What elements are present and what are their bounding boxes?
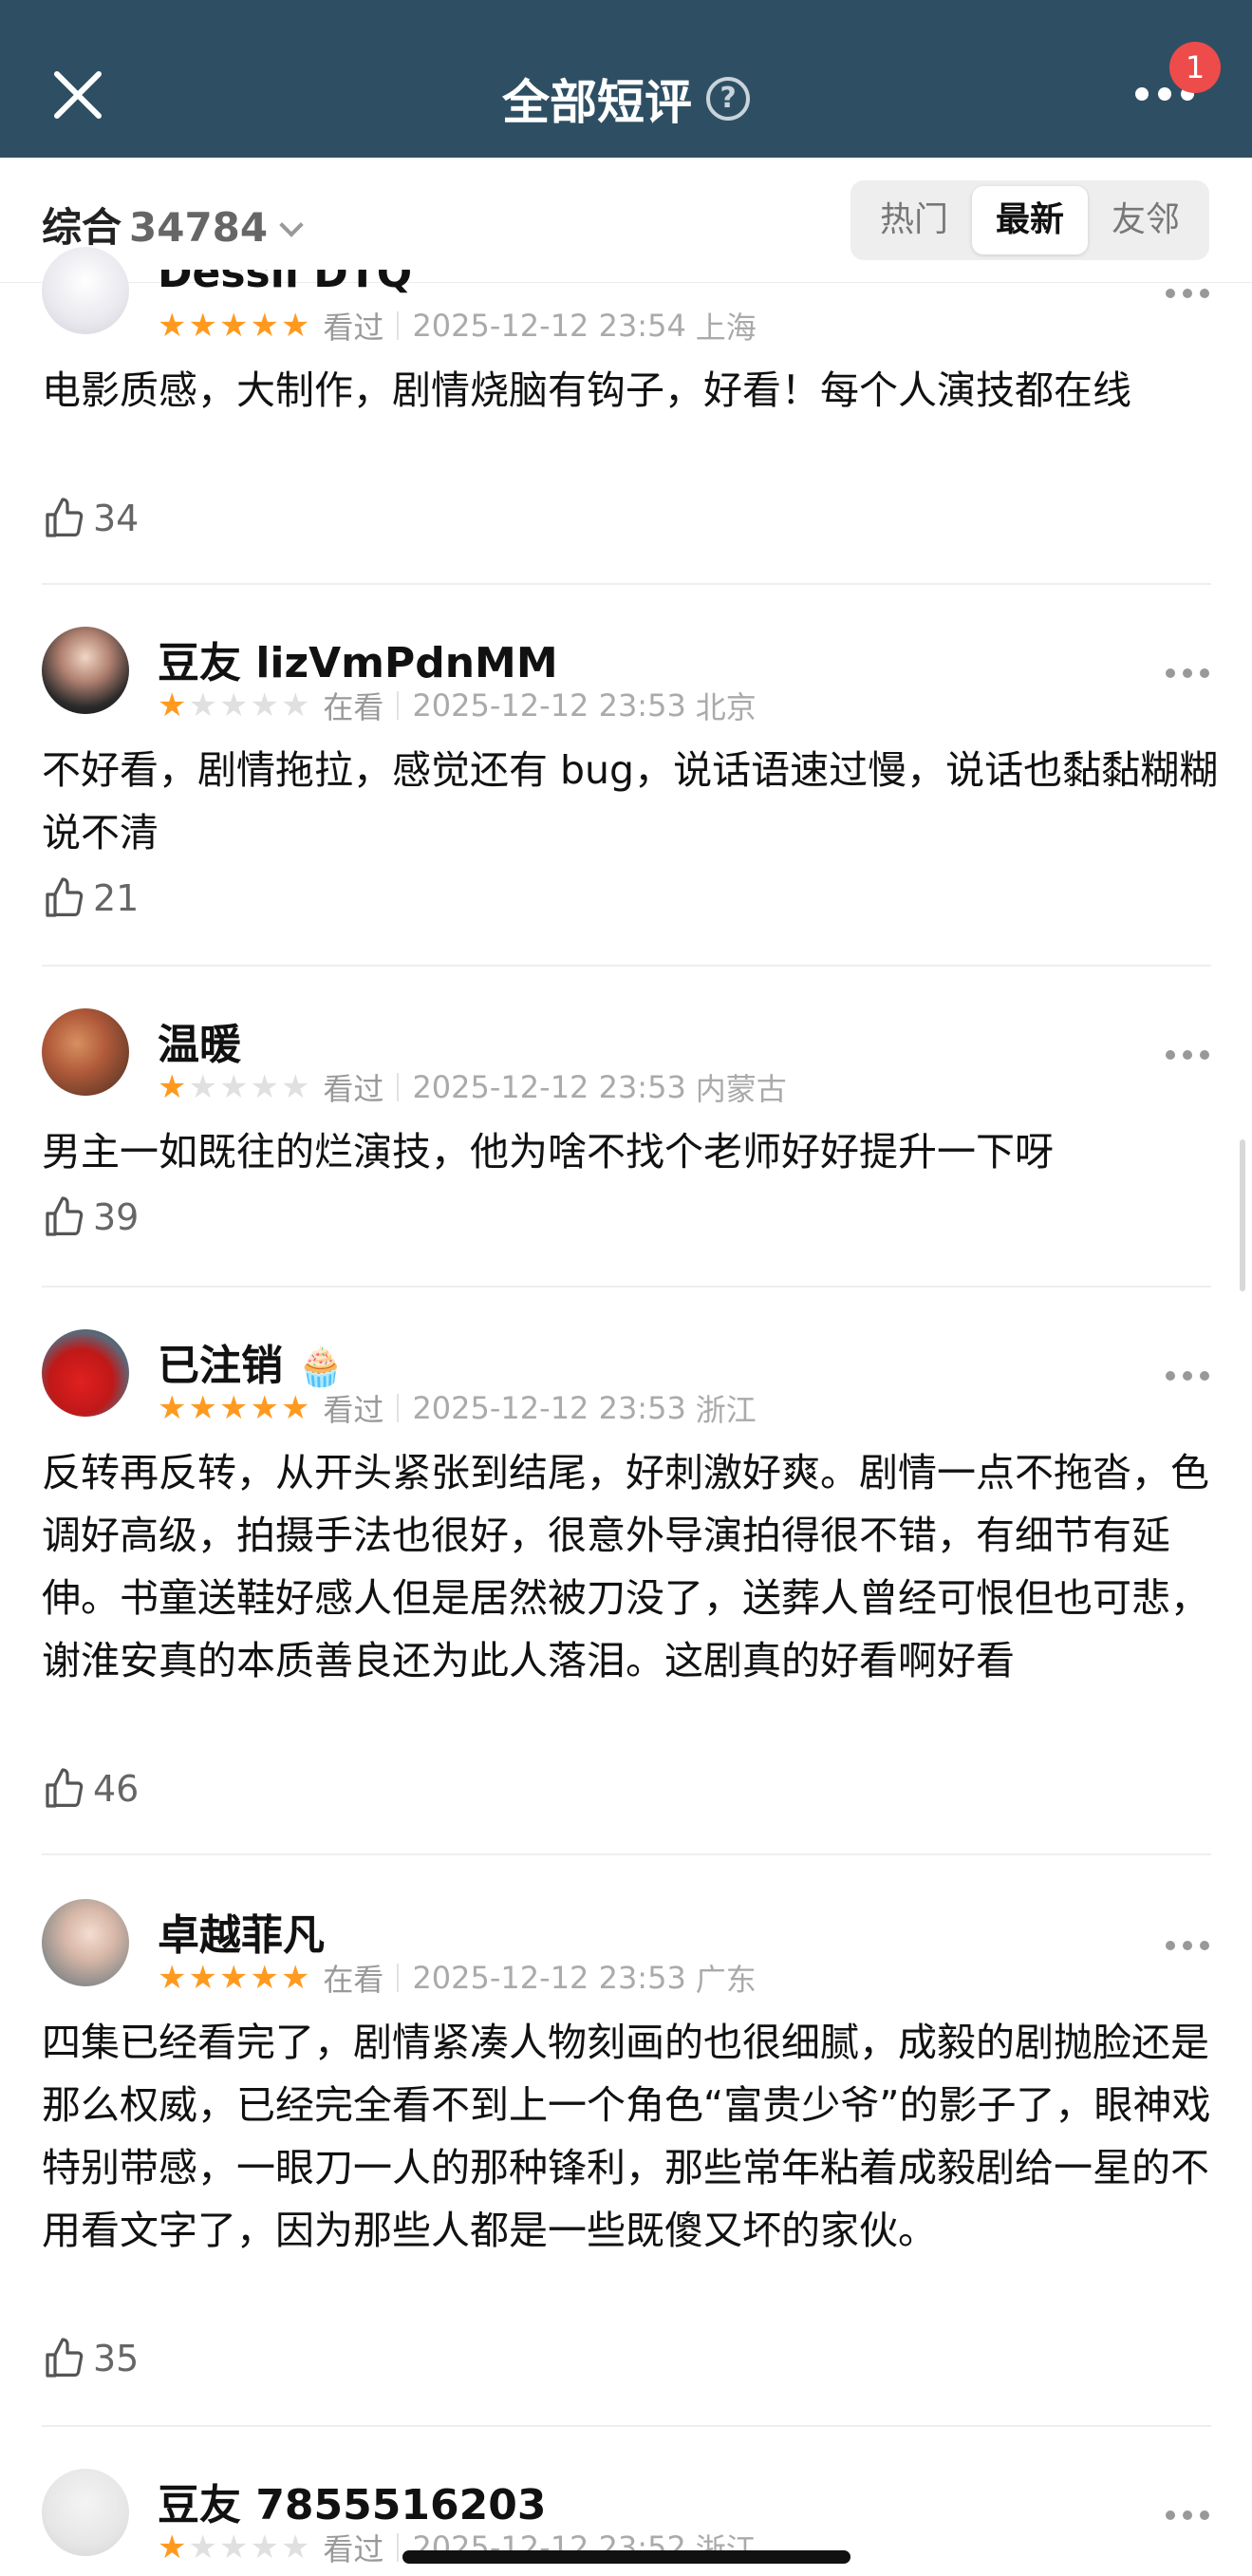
like-button[interactable]: 34 — [42, 496, 139, 541]
comment-more-icon[interactable] — [1166, 2510, 1209, 2520]
tab-group: 热门 最新 友邻 — [850, 180, 1209, 260]
watch-status: 看过 — [323, 2531, 384, 2567]
avatar[interactable] — [42, 1899, 129, 1986]
notification-badge: 1 — [1169, 42, 1221, 93]
comment-more-icon[interactable] — [1166, 1941, 1209, 1950]
like-count: 39 — [93, 1196, 140, 1238]
like-count: 21 — [93, 877, 140, 919]
username[interactable]: 豆友 lizVmPdnMM — [158, 629, 558, 689]
like-button[interactable]: 46 — [42, 1766, 139, 1812]
rating-stars: ★ ★ ★ ★ ★ — [158, 1068, 310, 1106]
comment-text: 反转再反转，从开头紧张到结尾，好刺激好爽。剧情一点不拖沓，色调好高级，拍摄手法也… — [42, 1450, 1209, 1683]
total-count: 34784 — [129, 204, 269, 251]
location: 北京 — [695, 689, 757, 725]
location: 上海 — [695, 310, 757, 346]
comment-more-icon[interactable] — [1166, 668, 1209, 678]
like-count: 46 — [93, 1768, 140, 1810]
location: 内蒙古 — [695, 1071, 787, 1107]
username[interactable]: 卓越菲凡 — [158, 1901, 325, 1962]
comment-more-icon[interactable] — [1166, 289, 1209, 298]
divider — [42, 1853, 1211, 1855]
comment-text: 不好看，剧情拖拉，感觉还有 bug，说话语速过慢，说话也黏黏糊糊说不清 — [42, 747, 1219, 856]
comment-meta: ★ ★ ★ ★ ★ 看过 2025-12-12 23:54 上海 — [158, 304, 757, 348]
rating-stars: ★ ★ ★ ★ ★ — [158, 2529, 310, 2567]
comment-meta: ★ ★ ★ ★ ★ 在看 2025-12-12 23:53 北京 — [158, 684, 757, 727]
location: 浙江 — [695, 1392, 757, 1428]
divider — [42, 965, 1211, 967]
watch-status: 在看 — [323, 689, 384, 725]
like-button[interactable]: 39 — [42, 1194, 139, 1240]
avatar[interactable] — [42, 2469, 129, 2556]
watch-status: 看过 — [323, 1071, 384, 1107]
watch-status: 看过 — [323, 310, 384, 346]
timestamp: 2025-12-12 23:53 — [412, 687, 686, 724]
sort-label: 综合 — [42, 204, 122, 251]
thumbs-up-icon — [46, 877, 84, 917]
like-count: 35 — [93, 2338, 140, 2379]
top-nav-bar: 全部短评 ? 1 — [0, 0, 1252, 158]
comment-text: 男主一如既往的烂演技，他为啥不找个老师好好提升一下呀 — [42, 1129, 1054, 1175]
divider — [42, 2425, 1211, 2427]
timestamp: 2025-12-12 23:53 — [412, 1069, 686, 1105]
rating-stars: ★ ★ ★ ★ ★ — [158, 1959, 310, 1997]
page-title: 全部短评 — [501, 75, 692, 130]
divider — [42, 1286, 1211, 1288]
username[interactable]: 已注销 🧁 — [158, 1331, 345, 1392]
watch-status: 看过 — [323, 1392, 384, 1428]
rating-stars: ★ ★ ★ ★ ★ — [158, 686, 310, 724]
watch-status: 在看 — [323, 1962, 384, 1998]
avatar[interactable] — [42, 247, 129, 334]
thumbs-up-icon — [46, 498, 84, 537]
thumbs-up-icon — [46, 1196, 84, 1236]
avatar[interactable] — [42, 627, 129, 714]
comment-meta: ★ ★ ★ ★ ★ 看过 2025-12-12 23:53 浙江 — [158, 1386, 757, 1430]
comment-more-icon[interactable] — [1166, 1371, 1209, 1381]
avatar[interactable] — [42, 1329, 129, 1417]
comment-more-icon[interactable] — [1166, 1050, 1209, 1060]
cupcake-badge-icon: 🧁 — [297, 1345, 346, 1389]
like-count: 34 — [93, 498, 140, 539]
question-circle-icon[interactable]: ? — [706, 77, 751, 121]
sort-dropdown[interactable]: 综合 34784 — [42, 196, 304, 254]
like-button[interactable]: 35 — [42, 2336, 139, 2381]
username[interactable]: 温暖 — [158, 1010, 241, 1071]
tab-latest[interactable]: 最新 — [972, 186, 1088, 254]
comment-text: 四集已经看完了，剧情紧凑人物刻画的也很细腻，成毅的剧抛脸还是那么权威，已经完全看… — [42, 2020, 1211, 2253]
timestamp: 2025-12-12 23:53 — [412, 1960, 686, 1996]
scrollbar[interactable] — [1240, 1139, 1245, 1291]
thumbs-up-icon — [46, 2338, 84, 2378]
like-button[interactable]: 21 — [42, 875, 139, 921]
avatar[interactable] — [42, 1008, 129, 1096]
filter-bar: 综合 34784 热门 最新 友邻 — [0, 158, 1252, 283]
comment-meta: ★ ★ ★ ★ ★ 在看 2025-12-12 23:53 广东 — [158, 1956, 757, 2000]
timestamp: 2025-12-12 23:53 — [412, 1390, 686, 1426]
comment-text: 电影质感，大制作，剧情烧脑有钩子，好看！每个人演技都在线 — [42, 367, 1131, 413]
timestamp: 2025-12-12 23:54 — [412, 308, 686, 344]
thumbs-up-icon — [46, 1768, 84, 1808]
divider — [42, 583, 1211, 585]
chevron-down-icon — [279, 213, 304, 237]
home-indicator[interactable] — [402, 2550, 850, 2564]
username[interactable]: 豆友 7855516203 — [158, 2471, 546, 2531]
tab-hot[interactable]: 热门 — [856, 186, 972, 254]
location: 广东 — [695, 1962, 757, 1998]
tab-friends[interactable]: 友邻 — [1088, 186, 1204, 254]
comment-meta: ★ ★ ★ ★ ★ 看过 2025-12-12 23:53 内蒙古 — [158, 1065, 787, 1109]
rating-stars: ★ ★ ★ ★ ★ — [158, 1389, 310, 1427]
rating-stars: ★ ★ ★ ★ ★ — [158, 307, 310, 345]
